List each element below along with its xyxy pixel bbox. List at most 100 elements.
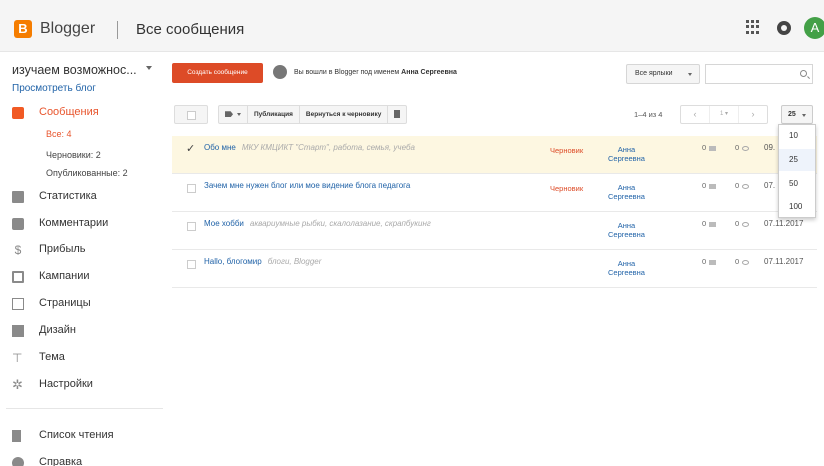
account-avatar[interactable]: A bbox=[804, 17, 824, 39]
sidebar-item-label: Комментарии bbox=[39, 217, 109, 229]
post-author[interactable]: Анна Сергеевна bbox=[608, 259, 645, 277]
comment-count: 0 bbox=[702, 143, 717, 152]
post-date: 09. bbox=[764, 143, 776, 152]
table-row[interactable]: ✓ Обо мне МКУ КМЦИКТ "Старт", работа, сем… bbox=[172, 136, 817, 174]
brand-name[interactable]: Blogger bbox=[40, 20, 95, 38]
page-selector[interactable]: 1 ▾ bbox=[709, 106, 739, 123]
per-page-option[interactable]: 25 bbox=[779, 149, 815, 171]
post-author[interactable]: Анна Сергеевна bbox=[608, 145, 645, 163]
pages-icon bbox=[12, 298, 24, 310]
chevron-down-icon bbox=[237, 112, 241, 116]
campaign-icon bbox=[12, 271, 24, 283]
post-title[interactable]: Зачем мне нужен блог или мое видение бло… bbox=[204, 181, 416, 190]
view-count: 0 bbox=[735, 257, 750, 266]
blog-selector[interactable]: изучаем возможнос... bbox=[12, 63, 137, 77]
signed-in-text: Вы вошли в Blogger под именем Анна Серге… bbox=[294, 69, 457, 76]
post-actions-toolbar: Публикация Вернуться к черновику bbox=[218, 105, 408, 124]
post-author[interactable]: Анна Сергеевна bbox=[608, 221, 645, 239]
sidebar-item-label: Дизайн bbox=[39, 324, 76, 336]
stats-icon bbox=[12, 191, 24, 203]
notifications-icon[interactable] bbox=[777, 21, 791, 35]
per-page-select[interactable]: 25 bbox=[781, 105, 813, 124]
comment-icon bbox=[709, 221, 717, 227]
signed-in-prefix: Вы вошли в Blogger под именем bbox=[294, 69, 400, 76]
view-blog-link[interactable]: Просмотреть блог bbox=[12, 83, 96, 94]
search-icon[interactable] bbox=[800, 70, 807, 77]
post-labels: МКУ КМЦИКТ "Старт", работа, семья, учеба bbox=[241, 143, 415, 152]
comment-count: 0 bbox=[702, 219, 717, 228]
per-page-option[interactable]: 50 bbox=[779, 173, 815, 195]
blogger-logo-icon[interactable]: B bbox=[14, 20, 32, 38]
comment-count: 0 bbox=[702, 181, 717, 190]
post-date: 07. bbox=[764, 181, 776, 190]
help-icon bbox=[12, 457, 24, 466]
checkmark-icon[interactable]: ✓ bbox=[186, 142, 195, 155]
eye-icon bbox=[742, 183, 750, 189]
comment-count: 0 bbox=[702, 257, 717, 266]
sidebar-item-label: Тема bbox=[39, 351, 65, 363]
row-checkbox[interactable] bbox=[187, 222, 196, 231]
header-divider bbox=[117, 21, 118, 39]
filter-drafts[interactable]: Черновики: 2 bbox=[46, 150, 101, 160]
sidebar-divider bbox=[6, 408, 163, 409]
comment-icon bbox=[709, 259, 717, 265]
view-count: 0 bbox=[735, 181, 750, 190]
labels-filter-dropdown[interactable]: Все ярлыки bbox=[626, 64, 700, 84]
table-row[interactable]: Hallo, блогомир блоги, Blogger Анна Сергее… bbox=[172, 250, 817, 288]
layout-icon bbox=[12, 325, 24, 337]
posts-icon bbox=[12, 107, 24, 119]
next-page-button[interactable]: › bbox=[739, 106, 767, 123]
comment-icon bbox=[709, 183, 717, 189]
tag-icon bbox=[225, 111, 233, 118]
sidebar-item-label: Справка bbox=[39, 456, 83, 466]
comment-icon bbox=[12, 218, 24, 230]
search-input[interactable] bbox=[705, 64, 813, 84]
chevron-down-icon[interactable] bbox=[146, 66, 152, 70]
post-labels: блоги, Blogger bbox=[267, 257, 322, 266]
table-row[interactable]: Зачем мне нужен блог или мое видение бло… bbox=[172, 174, 817, 212]
bookmark-icon bbox=[12, 430, 21, 442]
row-checkbox[interactable] bbox=[187, 184, 196, 193]
user-avatar bbox=[273, 65, 287, 79]
create-post-button[interactable]: Создать сообщение bbox=[172, 63, 263, 83]
per-page-option[interactable]: 100 bbox=[779, 196, 815, 218]
top-header: B Blogger Все сообщения A bbox=[0, 0, 824, 52]
per-page-option[interactable]: 10 bbox=[779, 125, 815, 147]
post-title[interactable]: Мое хобби аквариумные рыбки, скалолазание… bbox=[204, 219, 431, 228]
sidebar-item-label: Настройки bbox=[39, 378, 93, 390]
delete-button[interactable] bbox=[388, 106, 406, 123]
view-count: 0 bbox=[735, 143, 750, 152]
pagination: ‹ 1 ▾ › bbox=[680, 105, 768, 124]
filter-published[interactable]: Опубликованные: 2 bbox=[46, 168, 128, 178]
sidebar-item-label: Статистика bbox=[39, 190, 97, 202]
post-labels: аквариумные рыбки, скалолазание, скрапбу… bbox=[249, 219, 431, 228]
post-author[interactable]: Анна Сергеевна bbox=[608, 183, 645, 201]
eye-icon bbox=[742, 259, 750, 265]
apps-grid-icon[interactable] bbox=[746, 20, 760, 34]
paint-roller-icon: ⊤ bbox=[12, 351, 23, 365]
sidebar-item-label: Страницы bbox=[39, 297, 91, 309]
post-title[interactable]: Обо мне МКУ КМЦИКТ "Старт", работа, семья… bbox=[204, 143, 415, 152]
signed-in-user: Анна Сергеевна bbox=[401, 69, 457, 76]
post-date: 07.11.2017 bbox=[764, 219, 804, 228]
chevron-down-icon bbox=[802, 114, 806, 117]
publish-button[interactable]: Публикация bbox=[248, 106, 300, 123]
prev-page-button[interactable]: ‹ bbox=[681, 106, 709, 123]
filter-all[interactable]: Все: 4 bbox=[46, 129, 72, 139]
sidebar-item-label: Кампании bbox=[39, 270, 90, 282]
table-row[interactable]: Мое хобби аквариумные рыбки, скалолазание… bbox=[172, 212, 817, 250]
gear-icon: ✲ bbox=[12, 377, 23, 392]
page-number: 1 bbox=[719, 111, 724, 117]
post-status: Черновик bbox=[550, 184, 584, 193]
label-action-button[interactable] bbox=[219, 106, 248, 123]
select-all-checkbox[interactable] bbox=[174, 105, 208, 124]
post-date: 07.11.2017 bbox=[764, 257, 804, 266]
sidebar-item-label: Сообщения bbox=[39, 106, 99, 118]
eye-icon bbox=[742, 145, 750, 151]
row-checkbox[interactable] bbox=[187, 260, 196, 269]
post-title[interactable]: Hallo, блогомир блоги, Blogger bbox=[204, 257, 321, 266]
revert-to-draft-button[interactable]: Вернуться к черновику bbox=[300, 106, 389, 123]
per-page-value: 25 bbox=[788, 111, 796, 118]
comment-icon bbox=[709, 145, 717, 151]
chevron-down-icon bbox=[688, 73, 692, 76]
